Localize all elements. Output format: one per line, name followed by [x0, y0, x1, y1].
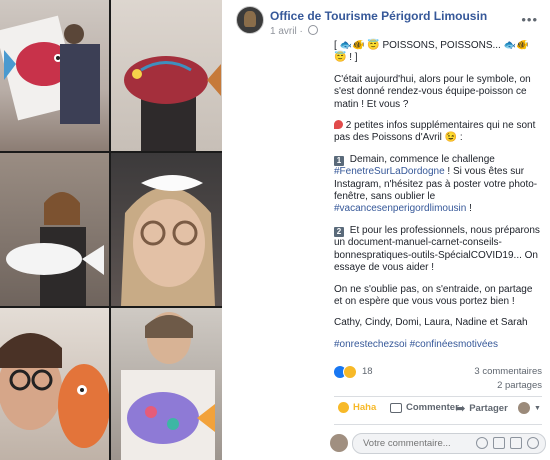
item1-text-a: Demain, commence le challenge	[349, 153, 495, 165]
sticker-icon[interactable]	[527, 437, 539, 449]
shares-count[interactable]: 2 partages	[497, 380, 542, 391]
page-name-link[interactable]: Office de Tourisme Périgord Limousin	[270, 9, 487, 23]
view-as-selector[interactable]: ▼	[518, 402, 541, 414]
action-bar: Haha Commenter ➦ Partager ▼	[334, 402, 542, 420]
haha-label: Haha	[353, 402, 377, 413]
comment-input-wrapper[interactable]	[352, 433, 546, 454]
post-headline: [ 🐟🐠 😇 POISSONS, POISSONS... 🐟🐠 😇 ! ]	[334, 40, 529, 64]
person-glasses	[121, 175, 215, 306]
post-signature: Cathy, Cindy, Domi, Laura, Nadine et Sar…	[334, 317, 528, 329]
post-meta: 1 avril ·	[270, 25, 318, 37]
info-intro-text: 2 petites infos supplémentaires qui ne s…	[334, 120, 536, 144]
divider-bottom	[334, 424, 542, 425]
viewer-avatar	[518, 402, 530, 414]
emoji-icon[interactable]	[476, 437, 488, 449]
pin-emoji-icon	[334, 120, 343, 130]
fish-drawing-orange	[0, 333, 109, 448]
more-icon[interactable]: •••	[521, 12, 538, 27]
fish-mask-red	[124, 56, 221, 151]
share-label: Partager	[469, 403, 508, 414]
gif-icon[interactable]	[510, 437, 522, 449]
divider-top	[334, 396, 542, 397]
video-tile-3	[0, 153, 109, 306]
video-tile-6	[111, 308, 222, 460]
video-tile-5	[0, 308, 109, 460]
fish-drawing-red	[0, 15, 100, 124]
haha-button[interactable]: Haha	[338, 402, 376, 413]
fish-cutout-white	[6, 192, 104, 306]
share-button[interactable]: ➦ Partager	[456, 402, 508, 415]
video-tile-2	[111, 0, 222, 151]
hashtag-vacances[interactable]: #vacancesenperigordlimousin	[334, 203, 466, 214]
keycap-1-icon: 1	[334, 155, 344, 166]
fish-drawing-colorful	[121, 312, 215, 460]
haha-reaction-icon	[343, 365, 357, 379]
comment-button[interactable]: Commenter	[390, 402, 459, 413]
post-info-intro: 2 petites infos supplémentaires qui ne s…	[334, 120, 542, 145]
reaction-count[interactable]: 18	[362, 366, 373, 377]
haha-icon	[338, 402, 349, 413]
post-closing: On ne s'oublie pas, on s'entraide, on pa…	[334, 283, 533, 307]
comment-composer	[330, 432, 546, 454]
comment-tools	[476, 437, 539, 449]
chevron-down-icon: ▼	[534, 404, 541, 412]
post-hashtags[interactable]: #onrestechezsoi #confinéesmotivées	[334, 339, 542, 351]
globe-icon	[307, 25, 318, 35]
reactions-bar: 18 3 commentaires 2 partages	[334, 364, 542, 398]
video-tile-4	[111, 153, 222, 306]
post-photo[interactable]	[0, 0, 222, 460]
page-avatar[interactable]	[236, 6, 264, 34]
comments-count[interactable]: 3 commentaires	[474, 366, 542, 377]
comment-label: Commenter	[406, 402, 459, 413]
commenter-avatar	[330, 434, 348, 452]
post-header: Office de Tourisme Périgord Limousin 1 a…	[236, 6, 540, 38]
reaction-icons[interactable]	[334, 365, 357, 379]
post-intro: C'était aujourd'hui, alors pour le symbo…	[334, 73, 531, 110]
post-date[interactable]: 1 avril	[270, 26, 297, 37]
item1-text-c: !	[469, 203, 472, 215]
post-body: [ 🐟🐠 😇 POISSONS, POISSONS... 🐟🐠 😇 ! ] C'…	[334, 40, 542, 360]
post-item-1: 1 Demain, commence le challenge #Fenetre…	[334, 154, 542, 216]
share-icon: ➦	[456, 403, 466, 415]
hashtag-fenetre[interactable]: #FenetreSurLaDordogne	[334, 166, 445, 177]
comment-icon	[390, 402, 402, 413]
video-tile-1	[0, 0, 109, 151]
keycap-2-icon: 2	[334, 226, 344, 237]
post-item-2: 2 Et pour les professionnels, nous prépa…	[334, 225, 542, 275]
camera-icon[interactable]	[493, 437, 505, 449]
comment-input[interactable]	[361, 437, 465, 450]
item2-text: Et pour les professionnels, nous préparo…	[334, 224, 540, 274]
